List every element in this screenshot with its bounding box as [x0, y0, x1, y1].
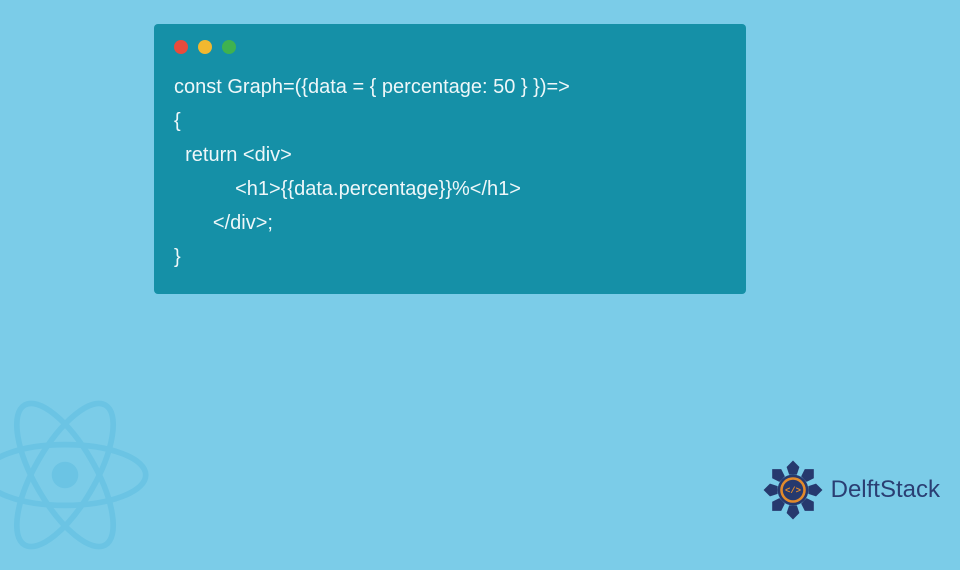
window-traffic-lights	[174, 40, 726, 54]
code-content: const Graph=({data = { percentage: 50 } …	[174, 70, 726, 274]
code-line: return <div>	[174, 144, 292, 166]
svg-text:</>: </>	[785, 486, 801, 496]
code-line: </div>;	[174, 212, 273, 234]
code-line: {	[174, 110, 181, 132]
close-icon	[174, 40, 188, 54]
minimize-icon	[198, 40, 212, 54]
code-line: }	[174, 246, 181, 268]
react-icon	[0, 380, 160, 570]
maximize-icon	[222, 40, 236, 54]
brand-logo: </> DelftStack	[761, 458, 940, 522]
brand-name: DelftStack	[831, 476, 940, 504]
code-line: <h1>{{data.percentage}}%</h1>	[174, 178, 521, 200]
code-line: const Graph=({data = { percentage: 50 } …	[174, 76, 570, 98]
code-window: const Graph=({data = { percentage: 50 } …	[154, 24, 746, 294]
brand-badge-icon: </>	[761, 458, 825, 522]
